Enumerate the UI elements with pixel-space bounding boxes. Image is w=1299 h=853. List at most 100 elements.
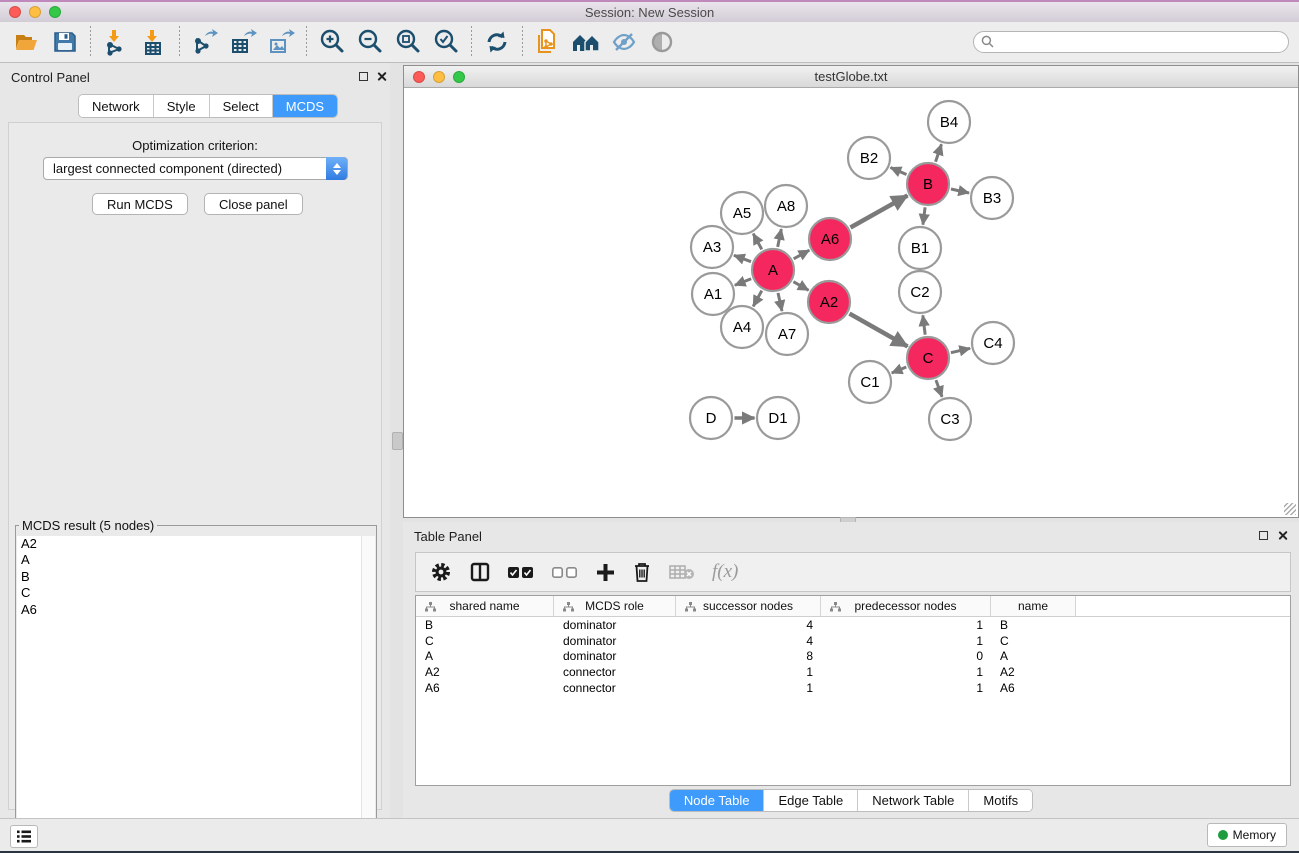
tab-edge-table[interactable]: Edge Table: [764, 790, 858, 811]
criterion-select[interactable]: largest connected component (directed): [43, 157, 348, 180]
refresh-icon[interactable]: [478, 25, 516, 59]
memory-button[interactable]: Memory: [1207, 823, 1287, 847]
graph-node-C1[interactable]: C1: [849, 361, 891, 403]
tab-mcds[interactable]: MCDS: [273, 95, 337, 117]
table-cell[interactable]: A2: [416, 665, 554, 679]
table-cell[interactable]: A2: [991, 665, 1076, 679]
import-network-icon[interactable]: [97, 25, 135, 59]
table-cell[interactable]: B: [991, 618, 1076, 632]
network-vscrollbar[interactable]: [392, 432, 403, 450]
table-cell[interactable]: C: [991, 634, 1076, 648]
graph-edge[interactable]: [936, 380, 942, 397]
delete-table-icon[interactable]: [669, 564, 695, 580]
graph-edge[interactable]: [735, 279, 751, 286]
tab-style[interactable]: Style: [154, 95, 210, 117]
run-mcds-button[interactable]: Run MCDS: [92, 193, 188, 215]
table-cell[interactable]: A: [991, 649, 1076, 663]
graph-edge[interactable]: [753, 234, 762, 250]
open-session-icon[interactable]: [8, 25, 46, 59]
delete-icon[interactable]: [632, 561, 652, 583]
tab-motifs[interactable]: Motifs: [969, 790, 1032, 811]
graph-node-A3[interactable]: A3: [691, 226, 733, 268]
table-cell[interactable]: 8: [676, 649, 821, 663]
import-table-icon[interactable]: [135, 25, 173, 59]
result-scrollbar[interactable]: [361, 536, 375, 848]
hide-selected-icon[interactable]: [605, 25, 643, 59]
network-window-titlebar[interactable]: testGlobe.txt: [404, 66, 1298, 88]
table-cell[interactable]: 4: [676, 634, 821, 648]
graph-edge[interactable]: [793, 282, 808, 291]
graph-node-B[interactable]: B: [907, 163, 949, 205]
table-row[interactable]: Cdominator41C: [416, 633, 1290, 649]
tab-network-table[interactable]: Network Table: [858, 790, 969, 811]
graph-node-C4[interactable]: C4: [972, 322, 1014, 364]
tab-node-table[interactable]: Node Table: [670, 790, 765, 811]
gear-icon[interactable]: [430, 561, 452, 583]
graph-edge[interactable]: [778, 293, 782, 311]
zoom-in-icon[interactable]: [313, 25, 351, 59]
zoom-out-icon[interactable]: [351, 25, 389, 59]
search-input[interactable]: [973, 31, 1289, 53]
mcds-result-item[interactable]: A2: [17, 536, 362, 552]
table-cell[interactable]: B: [416, 618, 554, 632]
graph-node-C[interactable]: C: [907, 337, 949, 379]
graph-node-C3[interactable]: C3: [929, 398, 971, 440]
zoom-selected-icon[interactable]: [427, 25, 465, 59]
table-cell[interactable]: dominator: [554, 634, 676, 648]
save-session-icon[interactable]: [46, 25, 84, 59]
close-panel-icon[interactable]: [376, 71, 387, 82]
graph-edge[interactable]: [778, 229, 782, 247]
table-row[interactable]: Adominator80A: [416, 649, 1290, 665]
graph-edge[interactable]: [849, 314, 907, 347]
graph-edge[interactable]: [936, 144, 942, 161]
graph-node-A8[interactable]: A8: [765, 185, 807, 227]
table-cell[interactable]: 1: [676, 665, 821, 679]
show-all-icon[interactable]: [643, 25, 681, 59]
table-cell[interactable]: 4: [676, 618, 821, 632]
graph-edge[interactable]: [753, 291, 762, 307]
tab-network[interactable]: Network: [79, 95, 154, 117]
graph-edge[interactable]: [923, 315, 925, 334]
table-cell[interactable]: connector: [554, 665, 676, 679]
graph-edge[interactable]: [892, 367, 907, 373]
graph-node-D[interactable]: D: [690, 397, 732, 439]
graph-node-B4[interactable]: B4: [928, 101, 970, 143]
export-image-icon[interactable]: [262, 25, 300, 59]
table-cell[interactable]: C: [416, 634, 554, 648]
mcds-result-item[interactable]: B: [17, 569, 362, 585]
mcds-result-item[interactable]: A: [17, 552, 362, 568]
export-table-icon[interactable]: [224, 25, 262, 59]
graph-node-A5[interactable]: A5: [721, 192, 763, 234]
tab-select[interactable]: Select: [210, 95, 273, 117]
clone-network-icon[interactable]: [529, 25, 567, 59]
table-cell[interactable]: 1: [676, 681, 821, 695]
graph-edge[interactable]: [891, 167, 907, 174]
deselect-all-icon[interactable]: [552, 566, 579, 579]
zoom-fit-icon[interactable]: [389, 25, 427, 59]
graph-edge[interactable]: [734, 255, 751, 261]
column-header[interactable]: successor nodes: [676, 596, 821, 616]
graph-node-B2[interactable]: B2: [848, 137, 890, 179]
resize-grip-icon[interactable]: [1284, 503, 1296, 515]
graph-node-A2[interactable]: A2: [808, 281, 850, 323]
table-row[interactable]: A2connector11A2: [416, 664, 1290, 680]
table-cell[interactable]: A: [416, 649, 554, 663]
network-graph[interactable]: B4B2BB3A8A5A6B1A3AA1C2A2A4A7C4CC1C3DD1: [404, 88, 1298, 517]
column-header[interactable]: name: [991, 596, 1076, 616]
table-cell[interactable]: 1: [821, 618, 991, 632]
export-network-icon[interactable]: [186, 25, 224, 59]
graph-node-A7[interactable]: A7: [766, 313, 808, 355]
close-panel-button[interactable]: Close panel: [204, 193, 303, 215]
table-cell[interactable]: 1: [821, 665, 991, 679]
column-header[interactable]: predecessor nodes: [821, 596, 991, 616]
mcds-result-list[interactable]: A2ABCA6: [17, 536, 362, 848]
graph-node-A1[interactable]: A1: [692, 273, 734, 315]
table-cell[interactable]: connector: [554, 681, 676, 695]
graph-node-B1[interactable]: B1: [899, 227, 941, 269]
float-panel-icon[interactable]: [1259, 531, 1268, 540]
float-panel-icon[interactable]: [359, 72, 368, 81]
table-cell[interactable]: A6: [416, 681, 554, 695]
split-column-icon[interactable]: [469, 561, 491, 583]
graph-node-A[interactable]: A: [752, 249, 794, 291]
add-column-icon[interactable]: [596, 563, 615, 582]
